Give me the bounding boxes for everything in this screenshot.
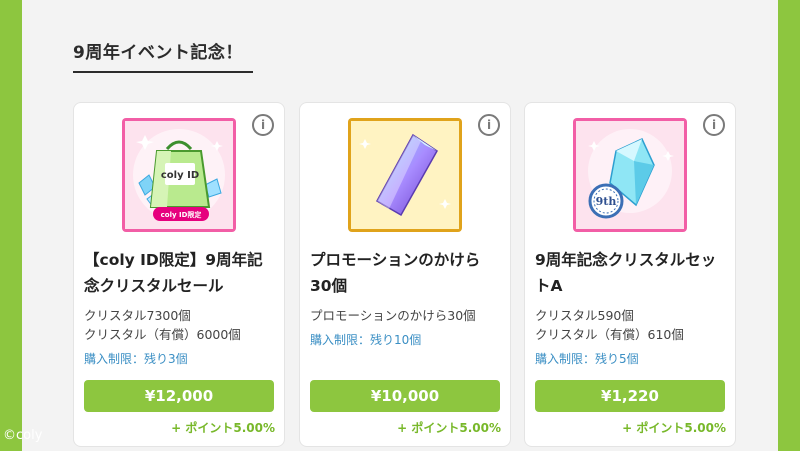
product-name: 9周年記念クリスタルセッ トA — [535, 251, 717, 295]
svg-text:coly ID限定: coly ID限定 — [161, 210, 202, 219]
product-description: クリスタル7300個 クリスタル（有償）6000個 — [84, 308, 241, 342]
product-description: クリスタル590個 クリスタル（有償）610個 — [535, 308, 684, 342]
shopping-bag-crystal-icon: coly ID coly ID限定 — [133, 129, 225, 221]
product-description: プロモーションのかけら30個 — [310, 308, 476, 323]
buy-button[interactable]: ¥12,000 — [84, 380, 274, 412]
section-title: 9周年イベント記念！ — [73, 43, 243, 63]
section-title-underline — [73, 71, 253, 73]
copyright-text: ©coly — [3, 428, 43, 443]
product-card-9th-crystal-set-a[interactable]: 9th i 9周年記念クリスタルセッ トA クリスタル590個 クリスタル（有償… — [524, 102, 736, 447]
product-thumbnail: 9th — [573, 118, 687, 232]
svg-text:9th: 9th — [596, 195, 617, 208]
points-bonus: + ポイント5.00% — [171, 421, 275, 435]
svg-text:coly ID: coly ID — [161, 170, 199, 181]
purchase-limit: 購入制限：残り10個 — [310, 333, 422, 347]
product-thumbnail: coly ID coly ID限定 — [122, 118, 236, 232]
product-card-coly-id-sale[interactable]: coly ID coly ID限定 i 【coly ID限定】9周年記 念クリス… — [73, 102, 285, 447]
buy-button[interactable]: ¥10,000 — [310, 380, 500, 412]
product-thumbnail — [348, 118, 462, 232]
info-icon[interactable]: i — [252, 114, 274, 136]
product-name: プロモーションのかけら 30個 — [310, 251, 481, 295]
promotion-shard-icon — [359, 133, 451, 217]
purchase-limit: 購入制限：残り5個 — [535, 352, 639, 366]
points-bonus: + ポイント5.00% — [622, 421, 726, 435]
points-bonus: + ポイント5.00% — [397, 421, 501, 435]
buy-button[interactable]: ¥1,220 — [535, 380, 725, 412]
crystal-9th-icon: 9th — [588, 129, 674, 219]
info-icon[interactable]: i — [478, 114, 500, 136]
product-card-promotion-shard[interactable]: i プロモーションのかけら 30個 プロモーションのかけら30個 購入制限：残り… — [299, 102, 511, 447]
purchase-limit: 購入制限：残り3個 — [84, 352, 188, 366]
info-icon[interactable]: i — [703, 114, 725, 136]
product-name: 【coly ID限定】9周年記 念クリスタルセール — [84, 251, 263, 295]
